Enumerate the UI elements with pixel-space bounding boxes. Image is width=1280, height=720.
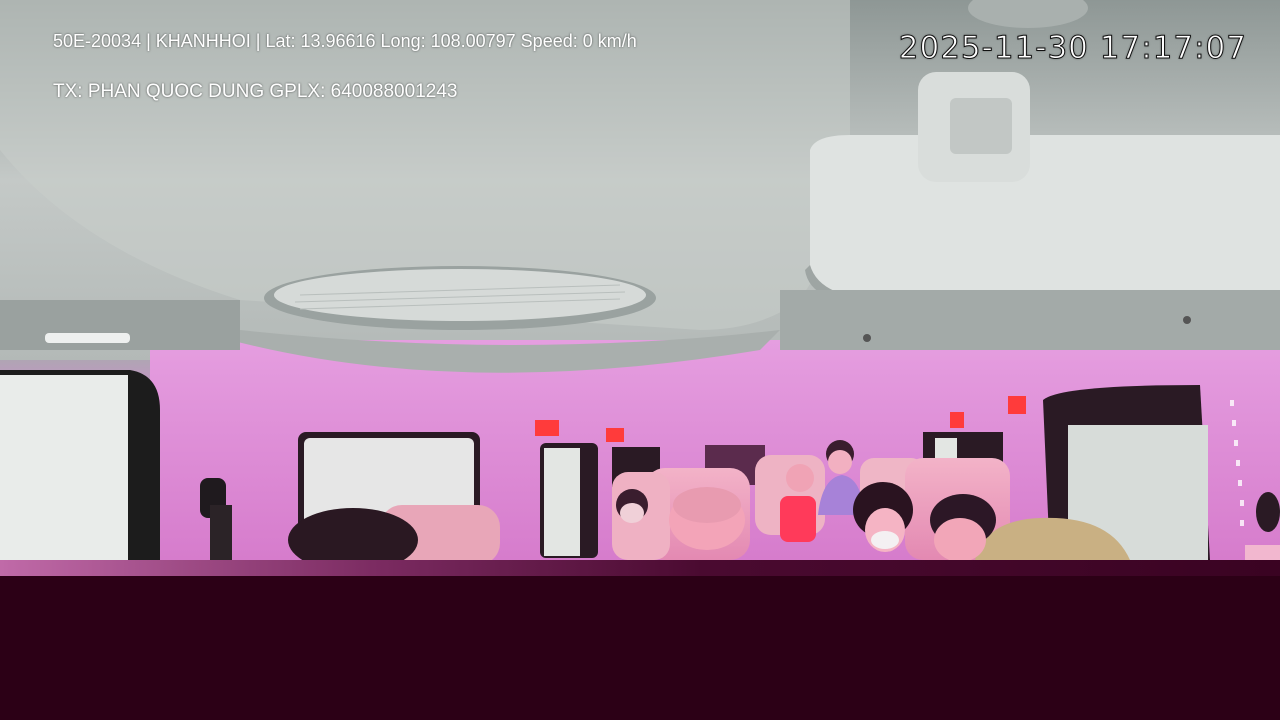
empty-lower-area bbox=[0, 576, 1280, 720]
video-bottom-edge bbox=[0, 560, 1280, 576]
vehicle-info-overlay: 50E-20034 | KHANHHOI | Lat: 13.96616 Lon… bbox=[53, 31, 637, 51]
dashcam-frame: 50E-20034 | KHANHHOI | Lat: 13.96616 Lon… bbox=[0, 0, 1280, 720]
timestamp-overlay: 2025-11-30 17:17:07 bbox=[898, 30, 1247, 67]
driver-info-overlay: TX: PHAN QUOC DUNG GPLX: 640088001243 bbox=[53, 81, 458, 102]
